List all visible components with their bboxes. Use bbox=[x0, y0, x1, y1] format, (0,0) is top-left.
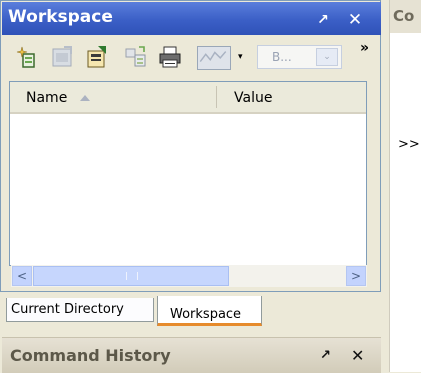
command-window-titlebar[interactable]: Co bbox=[390, 0, 421, 33]
open-selection-icon[interactable] bbox=[124, 45, 148, 69]
sort-ascending-icon bbox=[80, 95, 90, 101]
import-data-icon[interactable] bbox=[50, 45, 74, 69]
tab-label: Workspace bbox=[170, 307, 242, 322]
tab-label: Current Directory bbox=[11, 302, 124, 317]
horizontal-scrollbar[interactable]: < > bbox=[11, 265, 367, 287]
scrollbar-thumb[interactable] bbox=[33, 266, 229, 286]
close-icon[interactable]: ✕ bbox=[345, 10, 365, 30]
toolbar-overflow-icon[interactable]: » bbox=[360, 40, 369, 56]
undock-icon[interactable]: ↗ bbox=[313, 10, 333, 30]
workspace-title: Workspace bbox=[8, 7, 113, 27]
command-prompt[interactable]: >> bbox=[398, 137, 420, 152]
print-icon[interactable] bbox=[158, 45, 182, 69]
chevron-down-icon[interactable]: ⌄ bbox=[316, 48, 338, 66]
plot-dropdown-arrow-icon[interactable]: ▾ bbox=[238, 52, 243, 62]
tab-current-directory[interactable]: Current Directory bbox=[6, 298, 154, 322]
workspace-toolbar: ▾ B... ⌄ » bbox=[5, 37, 379, 75]
command-window[interactable]: Co >> bbox=[389, 0, 421, 372]
workspace-titlebar[interactable]: Workspace ↗ ✕ bbox=[2, 2, 381, 35]
list-header: Name Value bbox=[10, 82, 366, 114]
workspace-panel: Workspace ↗ ✕ ▾ B... ⌄ » Name Value < > bbox=[0, 0, 381, 292]
plot-selection-icon[interactable] bbox=[197, 46, 231, 70]
base-select-value: B... bbox=[272, 50, 292, 64]
column-header-name[interactable]: Name bbox=[26, 90, 67, 106]
grip-icon bbox=[126, 272, 138, 280]
column-header-value[interactable]: Value bbox=[234, 90, 272, 106]
pane-splitter[interactable] bbox=[381, 0, 389, 372]
base-select[interactable]: B... ⌄ bbox=[257, 45, 342, 69]
command-history-title: Command History bbox=[10, 346, 171, 365]
tab-workspace[interactable]: Workspace bbox=[157, 296, 262, 326]
scroll-left-icon[interactable]: < bbox=[12, 266, 32, 286]
command-window-title: Co bbox=[393, 7, 415, 25]
close-icon[interactable]: ✕ bbox=[351, 346, 364, 365]
save-icon[interactable] bbox=[85, 45, 109, 69]
undock-icon[interactable]: ↗ bbox=[320, 348, 331, 363]
scroll-right-icon[interactable]: > bbox=[346, 266, 366, 286]
new-variable-icon[interactable] bbox=[15, 45, 39, 69]
workspace-variable-list[interactable]: Name Value bbox=[9, 81, 367, 266]
column-divider[interactable] bbox=[216, 86, 217, 108]
command-history-titlebar[interactable]: Command History ↗ ✕ bbox=[2, 337, 381, 373]
